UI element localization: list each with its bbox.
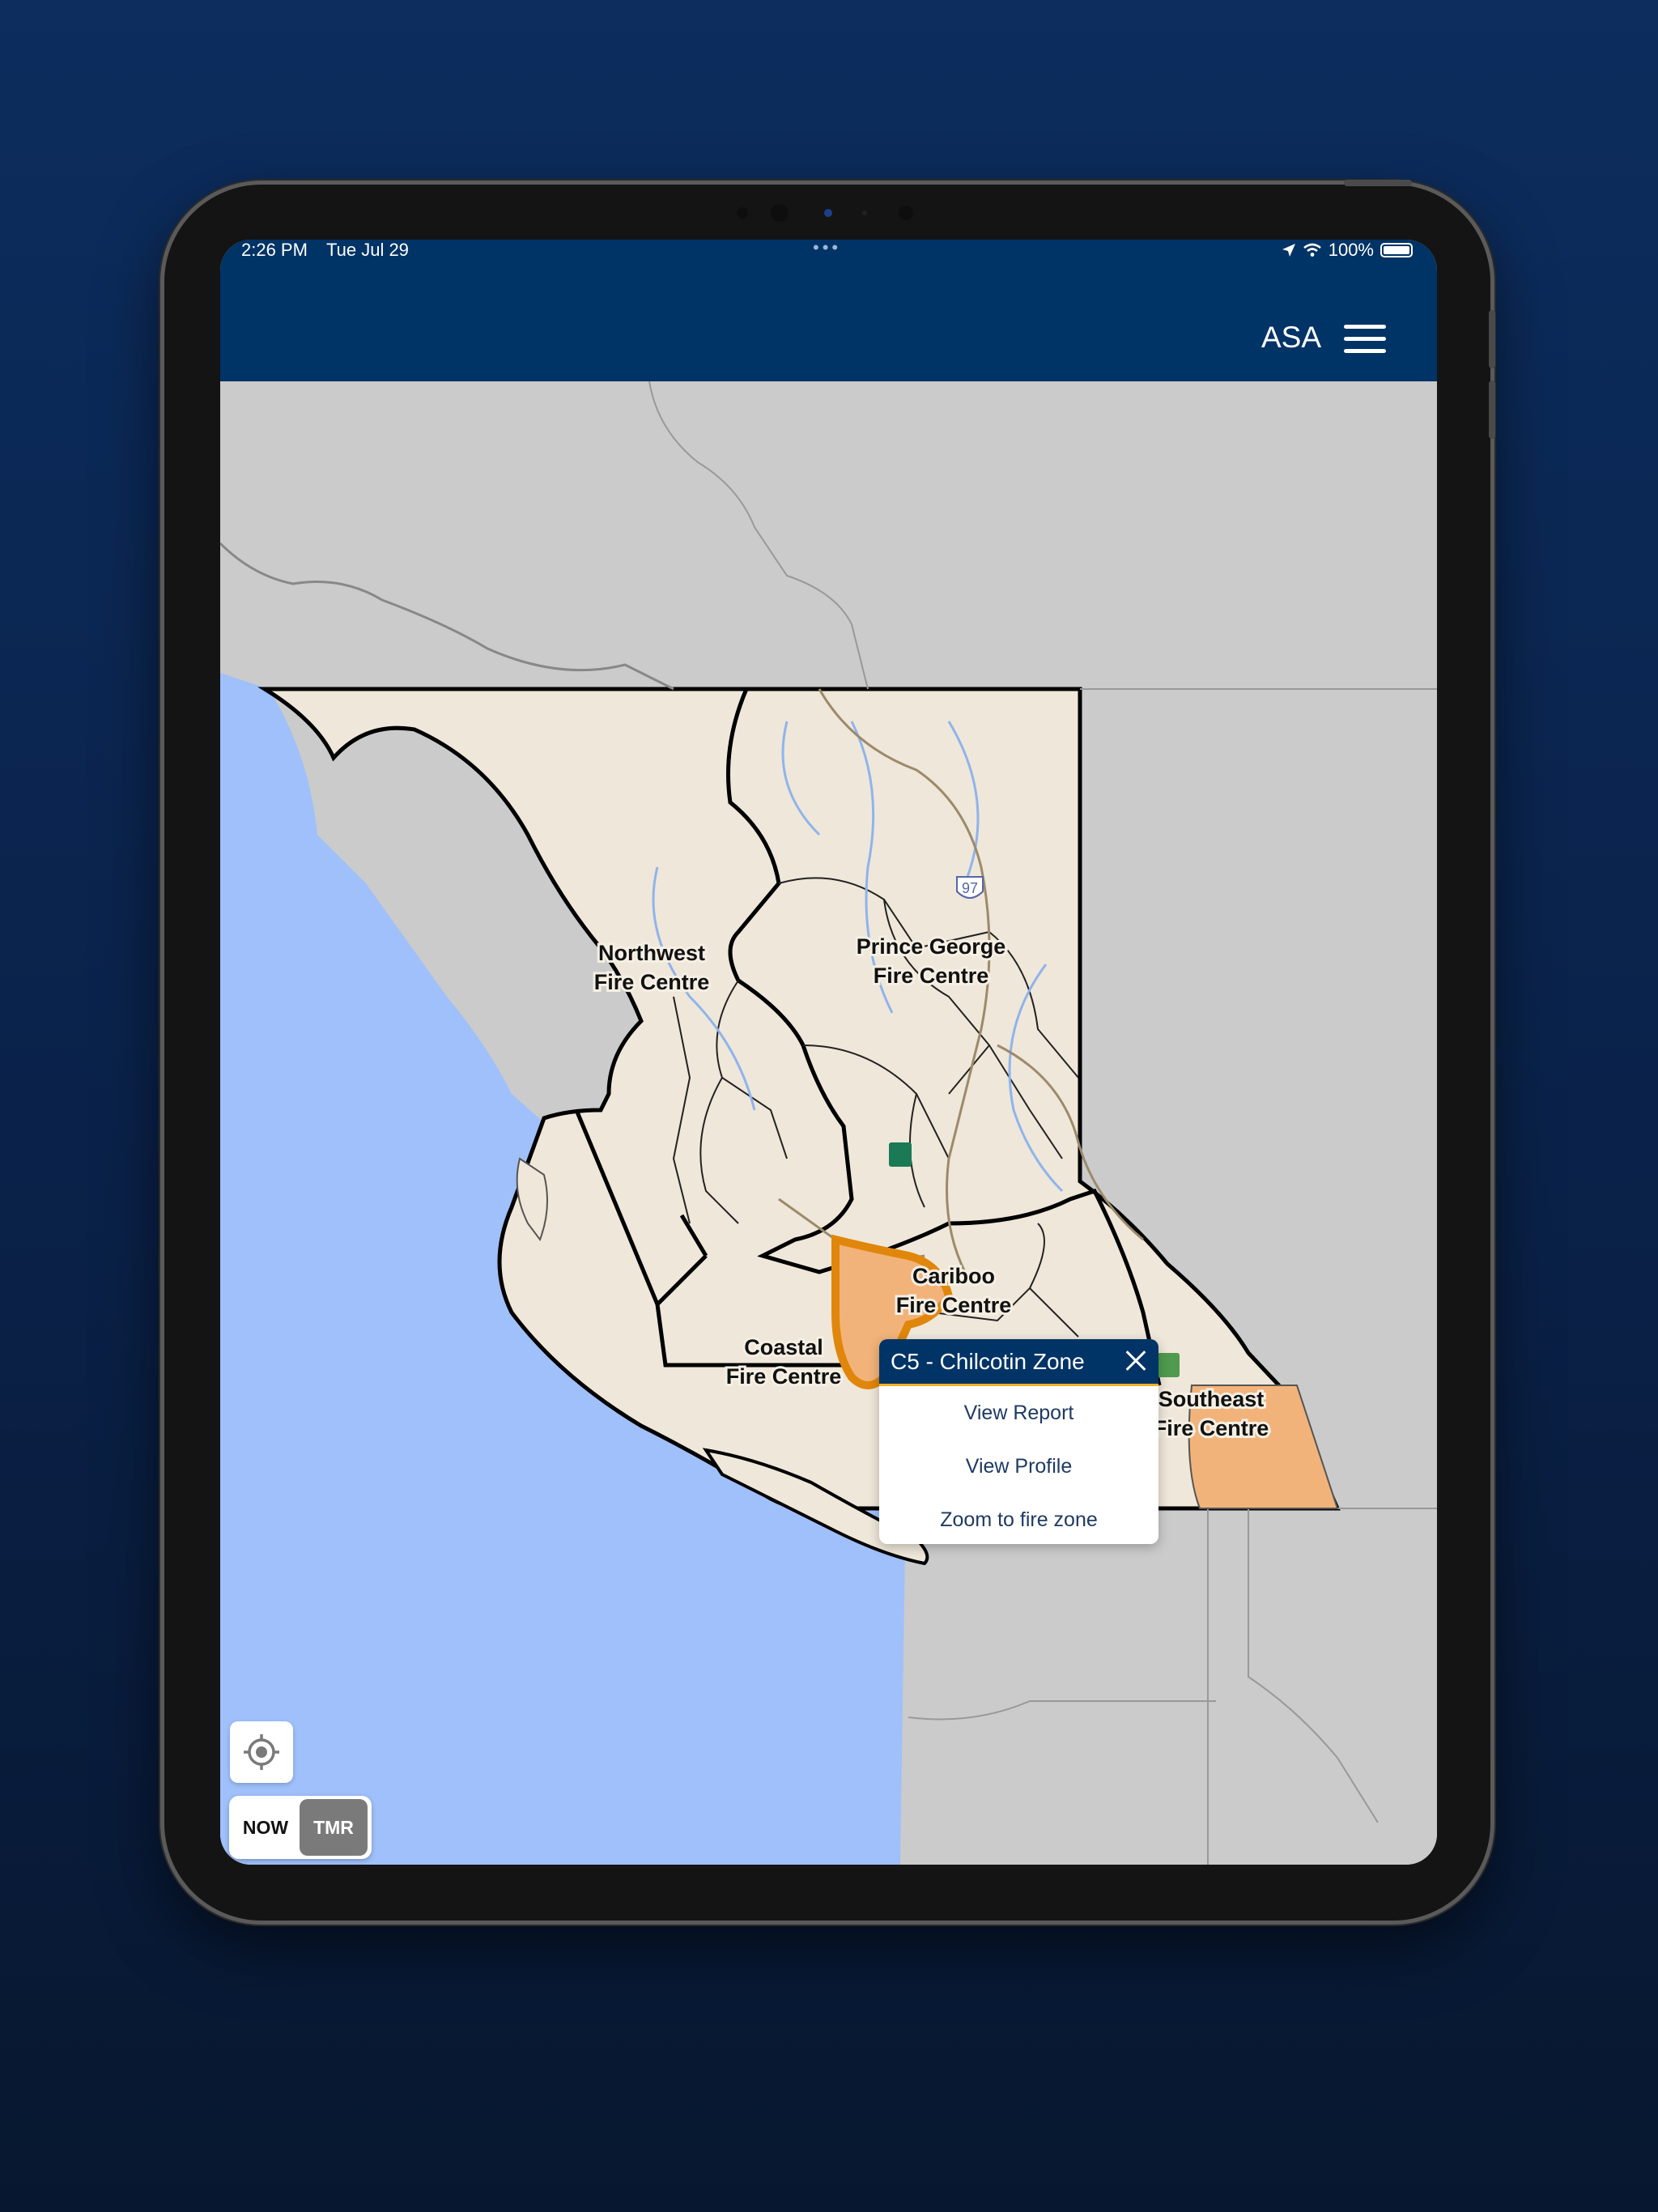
map-marker-prince-george[interactable] [889, 1142, 912, 1167]
multitasking-dots-icon[interactable]: ••• [813, 240, 841, 258]
app-header: 2:26 PM Tue Jul 29 ••• 100% ASA [220, 240, 1437, 381]
status-bar: 2:26 PM Tue Jul 29 ••• 100% [220, 240, 1437, 262]
now-toggle-option[interactable]: NOW [232, 1817, 300, 1839]
location-arrow-icon [1282, 244, 1295, 257]
view-report-link[interactable]: View Report [879, 1386, 1158, 1440]
fire-zone-map[interactable]: 97 Northwest Fire Centre Prince George F… [220, 381, 1437, 1865]
status-time: 2:26 PM [241, 240, 308, 260]
label-southeast-line1: Southeast [1158, 1387, 1265, 1411]
label-coastal-line1: Coastal [744, 1335, 823, 1359]
label-northwest-line2: Fire Centre [594, 970, 710, 994]
highway-97-shield: 97 [956, 876, 984, 899]
zone-popup: C5 - Chilcotin Zone View Report View Pro… [879, 1339, 1158, 1544]
battery-icon [1380, 243, 1413, 257]
day-toggle: NOW TMR [229, 1796, 372, 1859]
popup-header: C5 - Chilcotin Zone [879, 1339, 1158, 1386]
app-screen: 2:26 PM Tue Jul 29 ••• 100% ASA 97 North… [220, 240, 1437, 1865]
front-camera [737, 204, 931, 222]
volume-down-button [1489, 381, 1495, 439]
tmr-toggle-option[interactable]: TMR [300, 1799, 368, 1856]
zoom-to-fire-zone-link[interactable]: Zoom to fire zone [879, 1493, 1158, 1544]
battery-percent: 100% [1328, 240, 1374, 260]
volume-up-button [1489, 310, 1495, 368]
app-title: ASA [1261, 321, 1322, 354]
wifi-icon [1303, 243, 1321, 257]
label-cariboo-line1: Cariboo [912, 1264, 995, 1288]
top-button [1344, 180, 1412, 186]
hamburger-menu-icon[interactable] [1344, 325, 1386, 354]
label-prince-george-line1: Prince George [857, 934, 1006, 959]
svg-text:97: 97 [962, 880, 978, 896]
label-prince-george-line2: Fire Centre [874, 963, 989, 988]
map-marker-southeast[interactable] [1157, 1353, 1180, 1377]
locate-icon [244, 1734, 279, 1770]
status-date: Tue Jul 29 [326, 240, 409, 260]
label-southeast-line2: Fire Centre [1154, 1416, 1269, 1440]
locate-button[interactable] [230, 1721, 293, 1783]
popup-title: C5 - Chilcotin Zone [891, 1348, 1085, 1374]
label-northwest-line1: Northwest [598, 941, 705, 965]
status-right: 100% [1282, 240, 1413, 261]
close-icon[interactable] [1124, 1350, 1147, 1372]
label-cariboo-line2: Fire Centre [896, 1293, 1012, 1317]
label-coastal-line2: Fire Centre [726, 1364, 842, 1389]
view-profile-link[interactable]: View Profile [879, 1440, 1158, 1493]
